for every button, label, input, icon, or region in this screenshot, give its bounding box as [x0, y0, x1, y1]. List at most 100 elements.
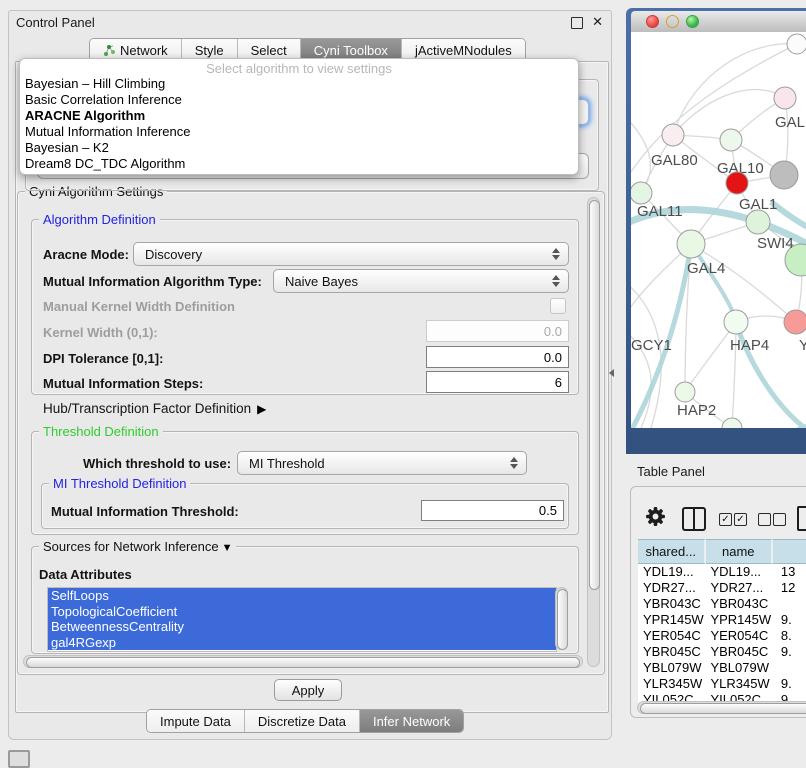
column-header-partial[interactable] [773, 539, 806, 564]
network-window-titlebar[interactable] [631, 11, 806, 33]
apply-button[interactable]: Apply [274, 679, 342, 701]
table-horizontal-scroll-thumb[interactable] [640, 703, 806, 714]
mi-threshold-group-title: MI Threshold Definition [49, 476, 190, 491]
attribute-item-betweennesscentrality[interactable]: BetweennessCentrality [48, 619, 556, 635]
algorithm-option-bayesian-hill-climbing[interactable]: Bayesian – Hill Climbing [20, 76, 578, 92]
node-salmon[interactable] [784, 310, 806, 334]
node-gal1[interactable] [746, 210, 770, 234]
node-hap4[interactable] [724, 310, 748, 334]
table-row[interactable]: YBR043CYBR043C [638, 596, 806, 612]
node-gal80[interactable] [662, 124, 684, 146]
table-cell: YDL19... [638, 564, 705, 580]
expand-right-icon[interactable]: ▶ [257, 402, 266, 416]
close-icon[interactable]: ✕ [592, 14, 603, 30]
node-gal4-label: GAL4 [687, 260, 725, 277]
gear-icon[interactable] [645, 506, 666, 532]
table-row[interactable]: YER054CYER054C8. [638, 628, 806, 644]
mi-steps-field[interactable]: 6 [426, 371, 569, 393]
node-red[interactable] [726, 172, 748, 194]
table-row[interactable]: YDL19...YDL19...13 [638, 564, 806, 580]
apply-button-label: Apply [292, 683, 325, 698]
tab-label: Network [120, 43, 168, 58]
file-icon[interactable] [797, 506, 806, 531]
node-swi4-label: SWI4 [757, 235, 794, 252]
which-threshold-value: MI Threshold [249, 456, 325, 471]
column-header-name[interactable]: name [706, 539, 774, 564]
network-icon [103, 43, 116, 57]
close-traffic-light[interactable] [646, 15, 659, 28]
deselect-all-checkbox-icon[interactable] [773, 513, 786, 526]
table-row[interactable]: YLR345WYLR345W9. [638, 676, 806, 692]
settings-vertical-scroll-thumb[interactable] [589, 200, 600, 590]
table-row[interactable]: YBL079WYBL079W [638, 660, 806, 676]
node-gal-partial[interactable] [774, 87, 796, 109]
settings-horizontal-scroll-thumb[interactable] [26, 657, 580, 668]
column-header-shared[interactable]: shared... [638, 539, 706, 564]
deselect-all-checkbox-icon[interactable] [758, 513, 771, 526]
which-threshold-combo[interactable]: MI Threshold [237, 451, 527, 475]
algorithm-option-bayesian-k2[interactable]: Bayesian – K2 [20, 140, 578, 156]
table-horizontal-scrollbar[interactable] [637, 701, 806, 714]
kernel-width-field[interactable]: 0.0 [426, 320, 569, 342]
bottom-tab-infer-network[interactable]: Infer Network [360, 710, 463, 732]
node-gal11-label: GAL11 [637, 203, 683, 220]
splitter-collapse-arrow[interactable] [609, 369, 614, 377]
algorithm-popup-prompt: Select algorithm to view settings [20, 61, 578, 76]
mi-type-combo[interactable]: Naive Bayes [273, 269, 569, 293]
node-gal11[interactable] [631, 182, 652, 204]
data-attributes-list[interactable]: SelfLoopsTopologicalCoefficientBetweenne… [47, 587, 557, 652]
attribute-item-gal4rgexp[interactable]: gal4RGexp [48, 635, 556, 651]
table-row[interactable]: YDR27...YDR27...12 [638, 580, 806, 596]
table-row[interactable]: YBR045CYBR045C9. [638, 644, 806, 660]
algorithm-option-mutual-information-inference[interactable]: Mutual Information Inference [20, 124, 578, 140]
dpi-tolerance-field[interactable]: 0.0 [426, 346, 569, 368]
table-cell: 9. [773, 612, 806, 628]
attribute-list-scroll-thumb[interactable] [557, 589, 568, 650]
attribute-item-selfloops[interactable]: SelfLoops [48, 588, 556, 604]
bottom-tab-discretize-data[interactable]: Discretize Data [245, 710, 360, 732]
combo-stepper-icon [551, 248, 560, 260]
hub-definition-toggle[interactable]: Hub/Transcription Factor Definition▶ [43, 401, 266, 416]
node-salmon-label: Y [799, 337, 806, 354]
node-gal10[interactable] [720, 129, 742, 151]
select-all-checkbox-icon[interactable]: ✓ [719, 513, 732, 526]
tab-label: jActiveMNodules [415, 43, 512, 58]
node-bottom-partial[interactable] [722, 418, 742, 428]
node-top-partial[interactable] [787, 34, 806, 54]
collapse-down-icon[interactable]: ▼ [222, 542, 233, 554]
manual-kernel-checkbox[interactable] [550, 298, 566, 314]
attribute-item-topologicalcoefficient[interactable]: TopologicalCoefficient [48, 604, 556, 620]
algorithm-option-dream8-dc-tdc-algorithm[interactable]: Dream8 DC_TDC Algorithm [20, 156, 578, 172]
network-canvas[interactable]: GALGAL80GAL10GAL11GAL1SWI4GAL4HAP4YGCY1H… [631, 32, 806, 428]
bottom-tab-impute-data[interactable]: Impute Data [147, 710, 245, 732]
aracne-mode-value: Discovery [145, 247, 202, 262]
node-gal4[interactable] [677, 230, 705, 258]
combo-stepper-icon [551, 275, 560, 287]
settings-horizontal-scrollbar[interactable] [23, 655, 583, 668]
node-hap4-label: HAP4 [730, 337, 769, 354]
node-gray[interactable] [770, 161, 798, 189]
split-panel-icon[interactable] [682, 507, 706, 531]
algorithm-option-aracne-algorithm[interactable]: ARACNE Algorithm [20, 108, 578, 124]
minimize-traffic-light[interactable] [666, 15, 679, 28]
table-cell [773, 596, 806, 612]
table-cell: YBR045C [638, 644, 705, 660]
attribute-list-scrollbar[interactable] [555, 587, 568, 650]
float-window-icon[interactable] [571, 17, 583, 29]
node-hap2[interactable] [675, 382, 695, 402]
zoom-traffic-light[interactable] [686, 15, 699, 28]
table-row[interactable]: YPR145WYPR145W9. [638, 612, 806, 628]
table-cell: YBR043C [638, 596, 705, 612]
select-all-checkbox-icon[interactable]: ✓ [734, 513, 747, 526]
mi-threshold-field[interactable]: 0.5 [421, 500, 564, 521]
mi-steps-label: Mutual Information Steps: [43, 376, 203, 391]
aracne-mode-combo[interactable]: Discovery [133, 242, 569, 266]
node-gal80-label: GAL80 [651, 152, 698, 169]
node-attribute-table: shared...name YDL19...YDL19...13YDR27...… [638, 539, 806, 708]
collapsed-panel-icon[interactable] [8, 750, 30, 768]
sources-title[interactable]: Sources for Network Inference▼ [39, 539, 236, 556]
kernel-width-label: Kernel Width (0,1): [43, 325, 158, 340]
settings-vertical-scrollbar[interactable] [587, 197, 600, 667]
algorithm-option-basic-correlation-inference[interactable]: Basic Correlation Inference [20, 92, 578, 108]
mi-threshold-value: 0.5 [539, 503, 557, 518]
